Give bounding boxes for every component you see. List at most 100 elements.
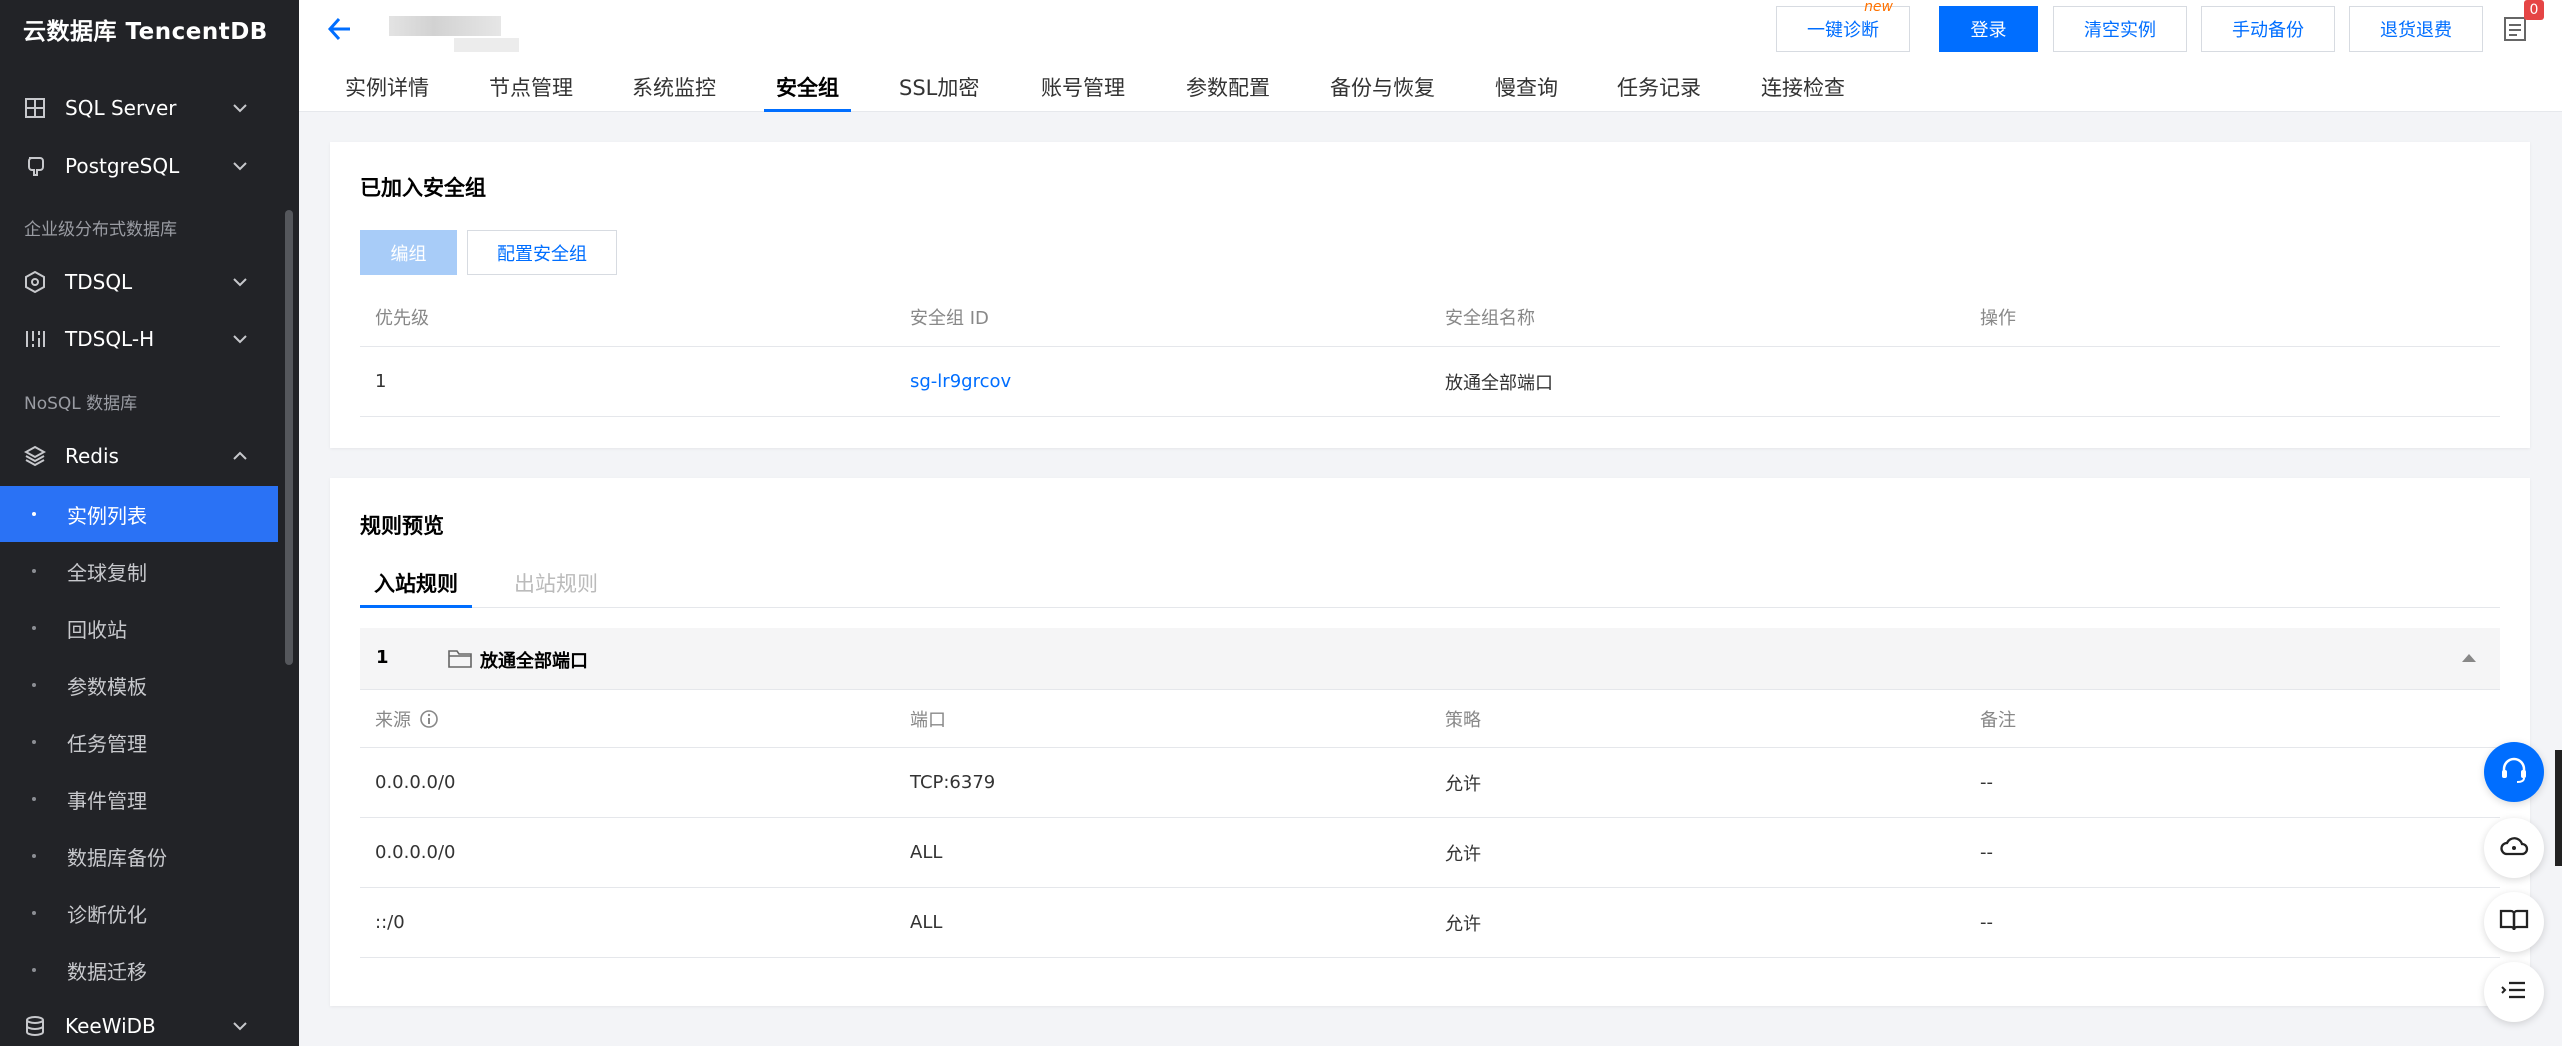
bullet-icon <box>32 797 36 801</box>
rule-group-header[interactable]: 1 放通全部端口 <box>360 628 2500 690</box>
chevron-down-icon <box>232 274 248 290</box>
list-menu-icon <box>2499 975 2529 1009</box>
tab-outbound-rules[interactable]: 出站规则 <box>500 568 612 608</box>
folder-icon <box>448 648 472 668</box>
back-arrow-icon[interactable] <box>326 16 354 42</box>
headset-icon <box>2498 754 2530 790</box>
tab-backup-restore[interactable]: 备份与恢复 <box>1330 72 1435 112</box>
window-edge <box>2555 750 2562 866</box>
tab-parameter-config[interactable]: 参数配置 <box>1186 72 1270 112</box>
sidebar-subitem-label: 数据迁移 <box>67 960 147 984</box>
sidebar-subitem-param-template[interactable]: 参数模板 <box>0 657 278 713</box>
security-group-name-cell: 放通全部端口 <box>1445 372 1553 394</box>
collapse-caret-icon[interactable] <box>2462 654 2476 662</box>
sidebar-subitem-event-management[interactable]: 事件管理 <box>0 771 278 827</box>
tab-ssl-encryption[interactable]: SSL加密 <box>899 72 979 112</box>
group-number: 1 <box>376 647 389 668</box>
instance-name-redacted <box>389 16 501 36</box>
tab-task-records[interactable]: 任务记录 <box>1617 72 1701 112</box>
one-click-diagnosis-button[interactable]: 一键诊断 new <box>1776 0 1910 52</box>
return-refund-button[interactable]: 退货退费 <box>2349 6 2483 52</box>
page-header: 一键诊断 new 登录 清空实例 手动备份 退货退费 0 实例详情 节点管理 系… <box>299 0 2562 112</box>
sidebar-subitem-recycle-bin[interactable]: 回收站 <box>0 600 278 656</box>
tab-instance-details[interactable]: 实例详情 <box>345 72 429 112</box>
docs-button[interactable] <box>2484 892 2544 952</box>
sidebar-item-label: KeeWiDB <box>65 1014 156 1038</box>
bullet-icon <box>32 911 36 915</box>
table-header-row: 来源 端口 策略 备注 <box>360 690 2500 748</box>
table-row: ::/0 ALL 允许 -- <box>360 888 2500 958</box>
sidebar-subitem-label: 参数模板 <box>67 675 147 699</box>
sidebar-item-tdsql[interactable]: TDSQL <box>0 254 278 310</box>
tab-connection-check[interactable]: 连接检查 <box>1761 72 1845 112</box>
layers-icon <box>24 445 46 467</box>
sidebar-subitem-label: 全球复制 <box>67 561 147 585</box>
group-name: 放通全部端口 <box>480 651 588 672</box>
source-cell: 0.0.0.0/0 <box>375 842 456 863</box>
info-icon[interactable] <box>419 709 439 729</box>
tab-account-management[interactable]: 账号管理 <box>1041 72 1125 112</box>
sidebar-subitem-instance-list[interactable]: 实例列表 <box>0 486 278 542</box>
sidebar-item-label: SQL Server <box>65 96 177 120</box>
sidebar-item-redis[interactable]: Redis <box>0 428 278 484</box>
sidebar-item-tdsql-h[interactable]: TDSQL-H <box>0 311 278 367</box>
sidebar-subitem-db-backup[interactable]: 数据库备份 <box>0 828 278 884</box>
tab-system-monitoring[interactable]: 系统监控 <box>632 72 716 112</box>
hexagon-icon <box>24 271 46 293</box>
bars-icon <box>24 328 46 350</box>
security-group-id-link[interactable]: sg-lr9grcov <box>910 347 1011 416</box>
tab-node-management[interactable]: 节点管理 <box>489 72 573 112</box>
bullet-icon <box>32 968 36 972</box>
sidebar-subitem-global-replication[interactable]: 全球复制 <box>0 543 278 599</box>
port-cell: TCP:6379 <box>910 772 996 793</box>
button-label: 清空实例 <box>2084 20 2156 41</box>
card-title: 已加入安全组 <box>360 176 486 200</box>
sidebar-subitem-label: 回收站 <box>67 618 127 642</box>
manual-backup-button[interactable]: 手动备份 <box>2201 6 2335 52</box>
tab-security-group[interactable]: 安全组 <box>764 72 851 112</box>
sidebar-item-sqlserver[interactable]: SQL Server <box>0 80 278 136</box>
tab-slow-query[interactable]: 慢查询 <box>1495 72 1558 112</box>
sidebar-subitem-label: 诊断优化 <box>67 903 147 927</box>
button-label: 配置安全组 <box>497 243 587 264</box>
sidebar-item-label: TDSQL <box>65 270 133 294</box>
login-button[interactable]: 登录 <box>1939 6 2038 52</box>
sidebar-item-postgresql[interactable]: PostgreSQL <box>0 138 278 194</box>
bullet-icon <box>32 683 36 687</box>
menu-button[interactable] <box>2484 962 2544 1022</box>
edit-group-button[interactable]: 编组 <box>360 230 457 275</box>
column-header: 备注 <box>1980 709 2016 731</box>
sidebar-subitem-data-migration[interactable]: 数据迁移 <box>0 942 278 998</box>
column-header: 安全组名称 <box>1445 307 1535 329</box>
chevron-down-icon <box>232 1018 248 1034</box>
sidebar-section-label: NoSQL 数据库 <box>24 394 138 414</box>
rule-tabs: 入站规则 出站规则 <box>360 568 2500 608</box>
table-header-row: 优先级 安全组 ID 安全组名称 操作 <box>360 287 2500 347</box>
column-header: 端口 <box>910 709 946 731</box>
clear-instance-button[interactable]: 清空实例 <box>2053 6 2187 52</box>
cloud-button[interactable] <box>2484 818 2544 878</box>
policy-cell: 允许 <box>1445 843 1481 865</box>
configure-security-group-button[interactable]: 配置安全组 <box>467 230 617 275</box>
sidebar-scrollbar[interactable] <box>285 210 293 665</box>
column-header: 策略 <box>1445 709 1481 731</box>
tab-inbound-rules[interactable]: 入站规则 <box>360 568 472 608</box>
button-label: 编组 <box>390 243 427 264</box>
column-header-source: 来源 <box>375 690 439 747</box>
chevron-down-icon <box>232 100 248 116</box>
sidebar-subitem-label: 数据库备份 <box>67 846 167 870</box>
database-icon <box>24 1015 46 1037</box>
table-row: 0.0.0.0/0 ALL 允许 -- <box>360 818 2500 888</box>
sidebar-subitem-label: 实例列表 <box>67 504 147 528</box>
sidebar-item-label: Redis <box>65 444 119 468</box>
note-cell: -- <box>1980 772 1993 793</box>
task-list-icon[interactable] <box>2503 16 2527 42</box>
customer-service-button[interactable] <box>2484 742 2544 802</box>
security-group-table: 优先级 安全组 ID 安全组名称 操作 1 sg-lr9grcov 放通全部端口 <box>360 287 2500 417</box>
bullet-icon <box>32 626 36 630</box>
sidebar-item-keewidb[interactable]: KeeWiDB <box>0 998 278 1046</box>
elephant-icon <box>24 155 46 177</box>
sidebar-subitem-diagnosis[interactable]: 诊断优化 <box>0 885 278 941</box>
sidebar-subitem-task-management[interactable]: 任务管理 <box>0 714 278 770</box>
brand-title: 云数据库 TencentDB <box>23 19 268 45</box>
